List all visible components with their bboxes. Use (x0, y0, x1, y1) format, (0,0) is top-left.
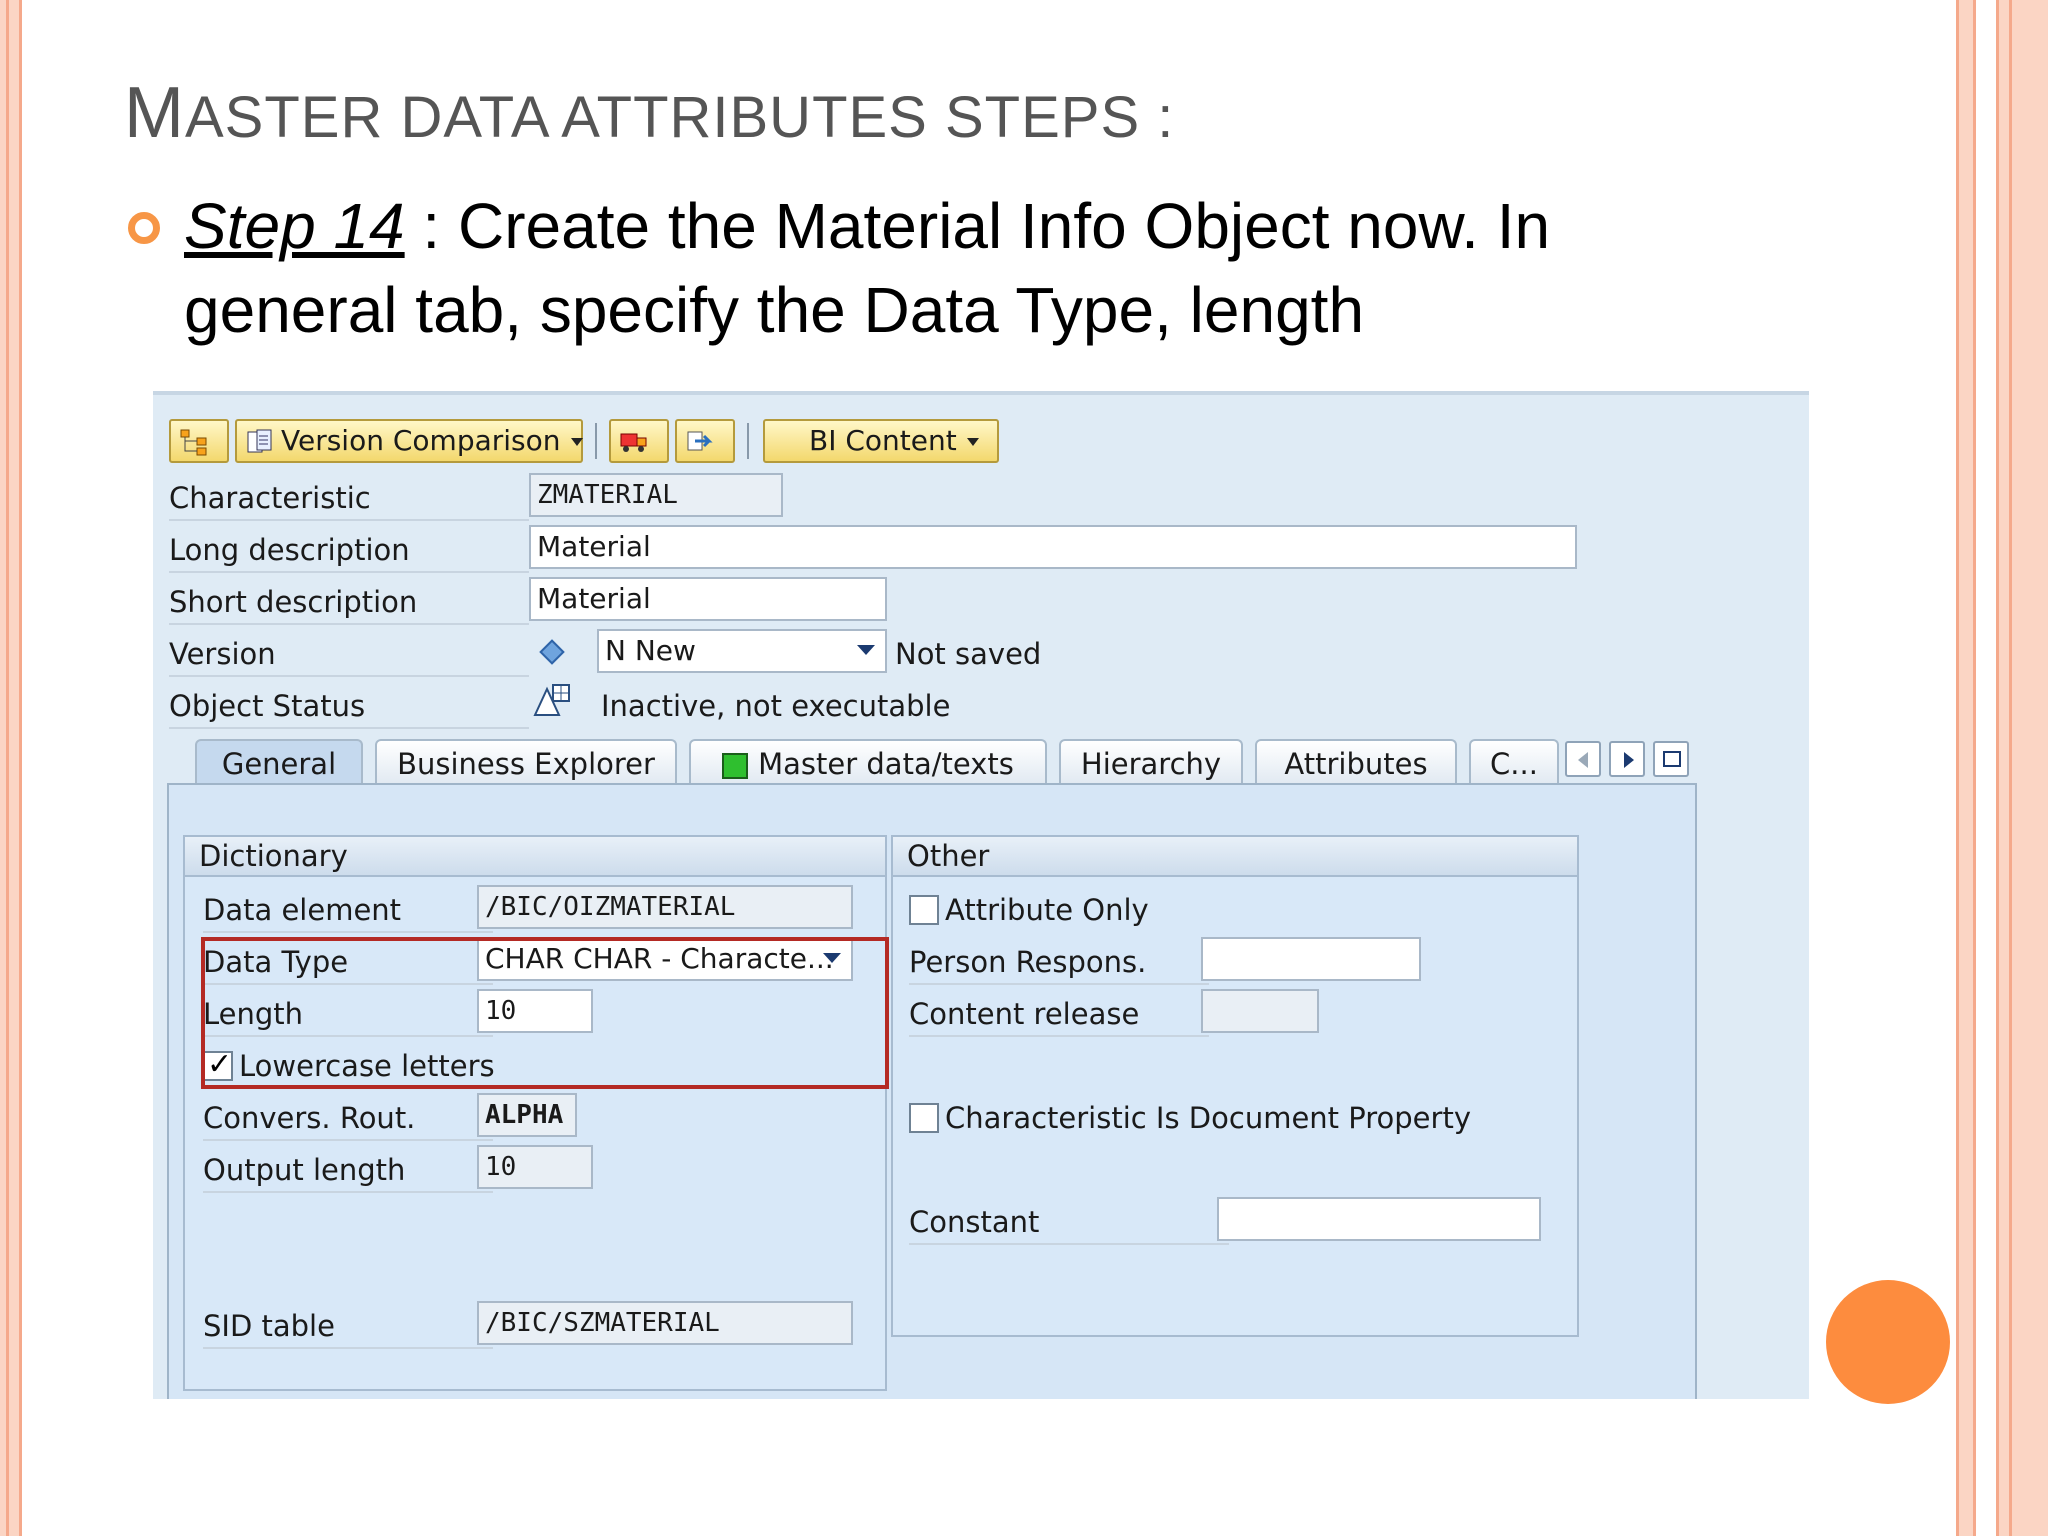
version-diamond-icon (539, 639, 565, 665)
label-underline (203, 931, 493, 933)
tab-list-icon (1663, 751, 1681, 767)
output-length-label: Output length (203, 1153, 406, 1187)
tab-label: Hierarchy (1080, 747, 1222, 781)
tab-list-button[interactable] (1653, 741, 1689, 777)
version-label: Version (169, 637, 276, 671)
label-underline (203, 1347, 493, 1349)
constant-input[interactable] (1217, 1197, 1541, 1241)
dropdown-triangle-icon (966, 438, 979, 446)
general-tab-panel: Dictionary Data element /BIC/OIZMATERIAL… (167, 783, 1697, 1399)
long-description-label: Long description (169, 533, 410, 567)
constant-label: Constant (909, 1205, 1040, 1239)
tab-label: Business Explorer (397, 747, 655, 781)
tab-label: Master data/texts (758, 747, 1014, 781)
content-release-label: Content release (909, 997, 1140, 1031)
label-underline (169, 727, 529, 729)
tab-label: Attributes (1284, 747, 1428, 781)
truck-icon (620, 433, 647, 452)
short-description-input[interactable]: Material (529, 577, 887, 621)
green-status-icon (722, 753, 749, 779)
step-label: Step 14 (184, 190, 405, 262)
tab-master-data-texts[interactable]: Master data/texts (689, 739, 1047, 787)
other-group-title: Other (893, 837, 1577, 877)
label-underline (909, 983, 1209, 985)
person-responsible-label: Person Respons. (909, 945, 1147, 979)
data-element-field[interactable]: /BIC/OIZMATERIAL (477, 885, 853, 929)
short-description-label: Short description (169, 585, 418, 619)
right-stripe-outer (1996, 0, 2048, 1536)
label-underline (909, 1035, 1209, 1037)
bullet-circle-icon (128, 212, 160, 244)
conversion-routine-label: Convers. Rout. (203, 1101, 416, 1135)
slide-title-initial: M (124, 73, 185, 153)
version-comparison-button[interactable]: Version Comparison (235, 419, 583, 463)
transport-button[interactable] (609, 419, 669, 463)
version-status-text: Not saved (895, 637, 1042, 671)
object-status-label: Object Status (169, 689, 366, 723)
tab-compounding[interactable]: C... (1469, 739, 1559, 787)
arrow-export-icon (687, 431, 713, 451)
label-underline (169, 623, 529, 625)
content-release-field[interactable] (1201, 989, 1319, 1033)
tab-business-explorer[interactable]: Business Explorer (375, 739, 677, 787)
sid-table-field[interactable]: /BIC/SZMATERIAL (477, 1301, 853, 1345)
tab-strip: General Business Explorer Master data/te… (153, 735, 1809, 787)
characteristic-label: Characteristic (169, 481, 371, 515)
label-underline (203, 1191, 493, 1193)
tab-label: C... (1490, 747, 1538, 781)
tab-scroll-left-button[interactable] (1565, 741, 1601, 777)
slide-title: MASTER DATA ATTRIBUTES STEPS : (124, 72, 1174, 154)
step-description: Step 14 : Create the Material Info Objec… (184, 184, 1744, 352)
dictionary-group: Dictionary Data element /BIC/OIZMATERIAL… (183, 835, 887, 1391)
arrow-left-icon (1578, 752, 1588, 768)
orange-circle-decoration (1826, 1280, 1950, 1404)
dropdown-triangle-icon (570, 438, 583, 446)
bi-content-label: BI Content (809, 424, 957, 457)
tab-general[interactable]: General (195, 739, 363, 787)
tree-icon (180, 429, 207, 456)
right-decorative-stripes (1956, 0, 2048, 1536)
hierarchy-toggle-button[interactable] (169, 419, 229, 463)
version-comparison-label: Version Comparison (281, 424, 561, 457)
conversion-routine-field[interactable]: ALPHA (477, 1093, 577, 1137)
left-decorative-stripe (0, 0, 22, 1536)
label-underline (169, 675, 529, 677)
sap-infoobject-screen: Version Comparison BI Content Characteri… (153, 391, 1809, 1399)
tab-attributes[interactable]: Attributes (1255, 739, 1457, 787)
long-description-input[interactable]: Material (529, 525, 1577, 569)
attribute-only-label: Attribute Only (945, 893, 1149, 927)
output-length-field[interactable]: 10 (477, 1145, 593, 1189)
highlight-box (201, 937, 889, 1089)
other-group: Other Attribute Only Person Respons. Con… (891, 835, 1579, 1337)
inactive-status-icon (533, 684, 570, 716)
tab-hierarchy[interactable]: Hierarchy (1059, 739, 1243, 787)
label-underline (909, 1243, 1229, 1245)
data-element-label: Data element (203, 893, 402, 927)
right-stripe-inner (1956, 0, 1976, 1536)
tab-label: General (221, 747, 337, 781)
navigate-button[interactable] (675, 419, 735, 463)
compare-icon (247, 429, 272, 453)
label-underline (169, 571, 529, 573)
chevron-down-icon (857, 645, 875, 655)
document-property-checkbox[interactable] (909, 1103, 939, 1133)
version-select[interactable]: N New (597, 629, 887, 673)
document-property-label: Characteristic Is Document Property (945, 1101, 1471, 1135)
characteristic-field[interactable]: ZMATERIAL (529, 473, 783, 517)
label-underline (203, 1139, 493, 1141)
object-status-text: Inactive, not executable (601, 689, 951, 723)
label-underline (169, 519, 529, 521)
tab-scroll-right-button[interactable] (1609, 741, 1645, 777)
slide-title-rest: ASTER DATA ATTRIBUTES STEPS : (184, 85, 1175, 150)
dictionary-group-title: Dictionary (185, 837, 885, 877)
toolbar-separator (747, 423, 749, 459)
version-select-value: N New (605, 634, 696, 667)
bi-content-button[interactable]: BI Content (763, 419, 999, 463)
arrow-right-icon (1624, 752, 1634, 768)
toolbar-separator (595, 423, 597, 459)
sid-table-label: SID table (203, 1309, 335, 1343)
attribute-only-checkbox[interactable] (909, 895, 939, 925)
person-responsible-input[interactable] (1201, 937, 1421, 981)
